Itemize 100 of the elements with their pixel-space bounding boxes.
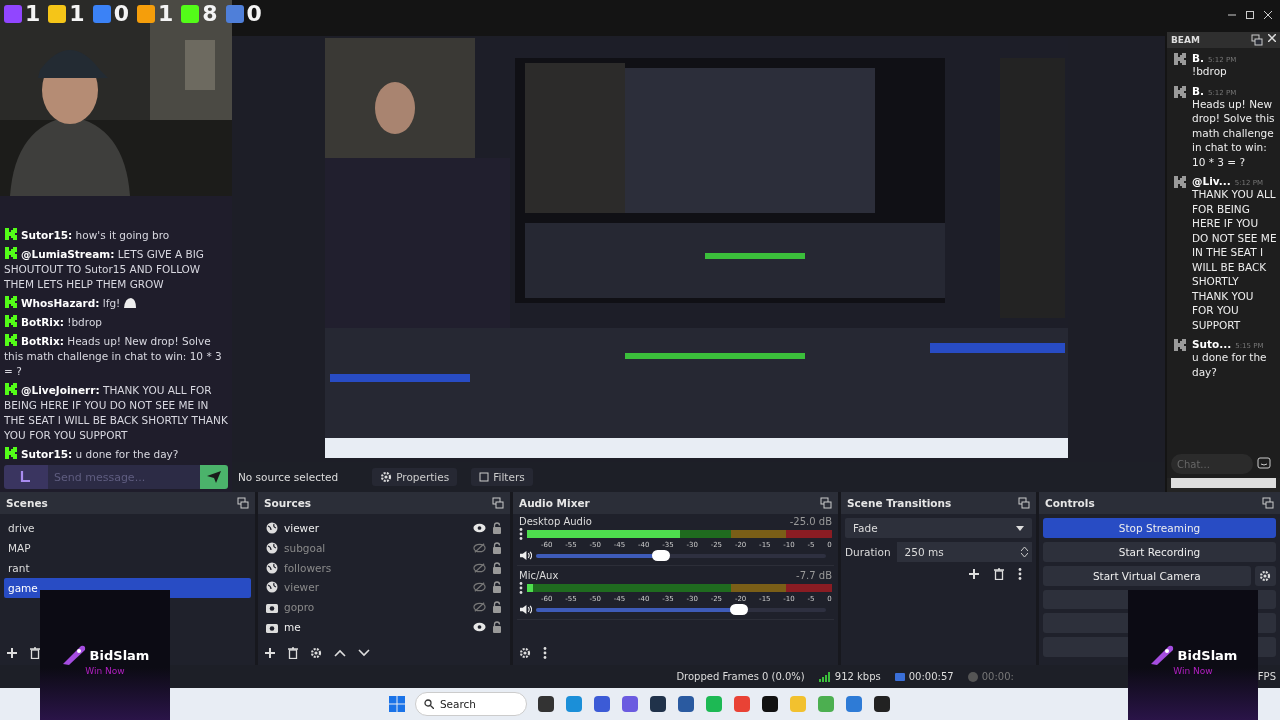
kick-logo-icon — [1173, 175, 1187, 189]
panel-title: Sources — [264, 497, 312, 509]
control-button[interactable]: Stop Streaming — [1043, 518, 1276, 538]
volume-reading: -25.0 dB — [789, 516, 832, 527]
speaker-icon[interactable] — [519, 604, 532, 615]
send-icon — [207, 471, 221, 483]
close-icon[interactable] — [1264, 11, 1272, 19]
chat-message: u done for the day? — [1192, 350, 1268, 379]
duration-field[interactable]: 250 ms — [896, 542, 1032, 562]
windows-start-icon[interactable] — [388, 696, 405, 712]
emoji-icon[interactable] — [1257, 457, 1271, 471]
gear-icon[interactable] — [380, 471, 393, 483]
send-button[interactable] — [200, 465, 228, 489]
panel-title: Scenes — [6, 497, 48, 509]
record-icon — [967, 671, 978, 682]
hidden-eye-icon[interactable] — [473, 542, 486, 553]
globe-icon — [266, 521, 278, 534]
settings-button[interactable] — [1254, 565, 1276, 586]
kick-logo-icon — [1173, 52, 1187, 66]
lock-icon[interactable] — [492, 541, 502, 554]
add-icon[interactable] — [6, 647, 18, 659]
chat-message: @LiveJoinerr: THANK YOU ALL FOR BEING HERE IF YOU DO NOT SEE ME IN THE SEAT I WILL BE BACK SHORTLY THANK YOU FOR YOU SUPPORT — [4, 382, 228, 443]
scrollbar[interactable] — [1171, 478, 1276, 488]
hidden-eye-icon[interactable] — [473, 602, 486, 613]
undock-icon[interactable] — [1251, 34, 1263, 46]
add-icon[interactable] — [264, 647, 276, 659]
close-icon[interactable] — [1268, 34, 1276, 42]
account-button[interactable] — [4, 465, 48, 489]
search-icon — [423, 699, 434, 709]
kick-logo-icon — [4, 446, 18, 460]
dropdown-arrow-icon — [1016, 525, 1024, 531]
viewer-count: 1 — [69, 4, 85, 24]
undock-icon[interactable] — [1018, 497, 1030, 509]
control-button[interactable]: Start Recording — [1043, 541, 1276, 562]
ad-dialog[interactable]: BidSlam Win Now — [1128, 590, 1258, 720]
channel-name: Mic/Aux — [519, 570, 559, 581]
source-name[interactable]: followers — [284, 561, 467, 574]
source-name[interactable]: subgoal — [284, 541, 467, 554]
maximize-icon[interactable] — [1246, 11, 1254, 19]
message-input[interactable]: Send message... — [48, 465, 200, 489]
kick-logo-icon — [4, 382, 18, 396]
scene-item[interactable]: MAP — [4, 538, 251, 558]
add-icon[interactable] — [968, 568, 980, 580]
username: @Liv... — [1192, 175, 1231, 187]
scene-item[interactable]: drive — [4, 518, 251, 538]
ad-dialog[interactable]: BidSlam Win Now — [40, 590, 170, 720]
viewer-count: 8 — [202, 4, 218, 24]
lock-icon[interactable] — [492, 521, 502, 534]
panel-title: Scene Transitions — [847, 497, 952, 509]
stream-time: 00:00:57 — [908, 671, 954, 682]
undock-icon[interactable] — [1262, 497, 1274, 509]
trash-icon[interactable] — [994, 568, 1004, 580]
speaker-icon[interactable] — [519, 550, 532, 561]
volume-slider[interactable] — [536, 553, 826, 558]
hidden-eye-icon[interactable] — [473, 582, 486, 593]
app-icon[interactable] — [649, 695, 668, 713]
trash-icon[interactable] — [288, 647, 298, 659]
viewer-count: 0 — [113, 4, 129, 24]
app-icon[interactable] — [873, 695, 892, 713]
source-name[interactable]: gopro — [284, 601, 467, 614]
more-icon[interactable] — [1018, 568, 1022, 580]
more-icon[interactable] — [543, 647, 547, 659]
chat-input[interactable]: Chat... — [1171, 454, 1253, 474]
more-icon[interactable] — [519, 582, 523, 594]
source-name[interactable]: viewer — [284, 521, 467, 534]
gear-icon[interactable] — [310, 647, 322, 659]
transition-dropdown[interactable]: Fade — [845, 518, 1032, 538]
globe-icon — [266, 561, 278, 574]
gear-icon[interactable] — [519, 647, 531, 659]
lock-icon[interactable] — [492, 621, 502, 634]
fps: FPS — [1257, 671, 1276, 682]
duration-label: Duration — [845, 546, 891, 558]
hidden-eye-icon[interactable] — [473, 562, 486, 573]
filters-button[interactable]: Filters — [471, 468, 533, 486]
chat-message: !bdrop — [1192, 64, 1228, 79]
app-icon[interactable] — [761, 695, 780, 713]
account-icon — [19, 470, 33, 484]
undock-icon[interactable] — [237, 497, 249, 509]
search-field[interactable]: Search — [414, 692, 528, 716]
undock-icon[interactable] — [820, 497, 832, 509]
volume-slider[interactable] — [536, 607, 826, 612]
settings-icon[interactable] — [1259, 569, 1272, 582]
chat-message: Sutor15: how's it going bro — [4, 227, 228, 243]
trash-icon[interactable] — [30, 647, 40, 659]
eye-icon[interactable] — [473, 622, 486, 633]
lock-icon[interactable] — [492, 601, 502, 614]
app-icon[interactable] — [537, 695, 556, 713]
undock-icon[interactable] — [492, 497, 504, 509]
more-icon[interactable] — [519, 528, 523, 540]
properties-button[interactable]: Properties — [372, 468, 458, 486]
source-name[interactable]: viewer — [284, 581, 467, 594]
eye-icon[interactable] — [473, 522, 486, 533]
username: B. — [1192, 52, 1204, 64]
control-button[interactable]: Start Virtual Camera — [1043, 565, 1251, 586]
lock-icon[interactable] — [492, 561, 502, 574]
lock-icon[interactable] — [492, 581, 502, 594]
scene-item[interactable]: rant — [4, 558, 251, 578]
channel-name: Desktop Audio — [519, 516, 592, 527]
minimize-icon[interactable] — [1228, 11, 1236, 19]
source-name[interactable]: me — [284, 621, 467, 634]
